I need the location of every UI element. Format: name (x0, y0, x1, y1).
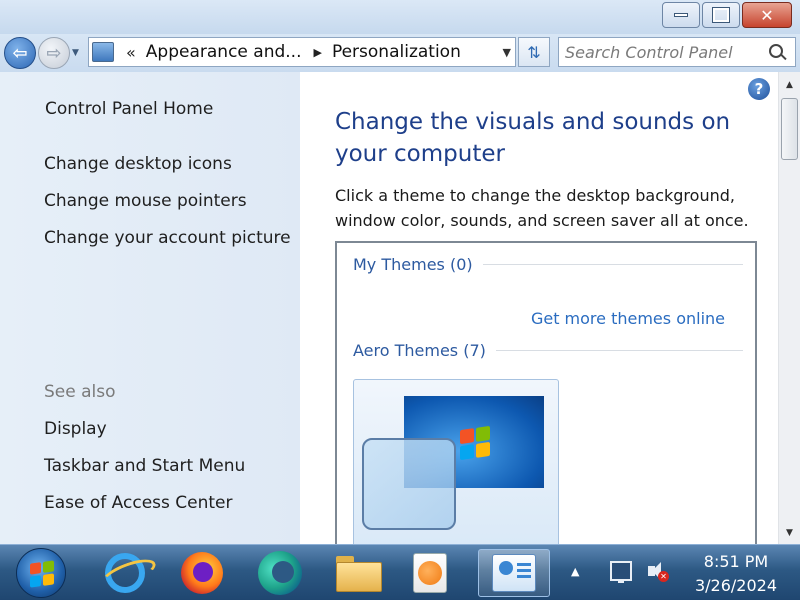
aero-themes-label: Aero Themes (7) (353, 341, 486, 360)
change-mouse-pointers-link[interactable]: Change mouse pointers (44, 191, 247, 211)
window-controls: ✕ (660, 2, 792, 28)
volume-muted-icon[interactable]: ✕ (646, 560, 670, 584)
logo-blue (30, 575, 41, 588)
taskbar-start-menu-link[interactable]: Taskbar and Start Menu (44, 456, 245, 476)
refresh-button[interactable]: ⇅ (518, 37, 550, 67)
ease-of-access-link[interactable]: Ease of Access Center (44, 493, 233, 513)
see-also-heading: See also (44, 382, 116, 402)
my-themes-group-header[interactable]: My Themes (0) (353, 255, 743, 274)
logo-yellow (43, 573, 54, 586)
taskbar-windows-explorer[interactable] (328, 549, 388, 597)
taskbar-firefox[interactable] (172, 549, 232, 597)
breadcrumb-personalization[interactable]: Personalization (332, 42, 461, 62)
mute-badge-icon: ✕ (658, 571, 669, 582)
help-icon[interactable]: ? (748, 78, 770, 100)
theme-window-color-preview (362, 438, 456, 530)
system-clock[interactable]: 8:51 PM 3/26/2024 (686, 550, 786, 598)
restore-button[interactable] (702, 2, 740, 28)
search-input[interactable] (565, 41, 755, 63)
logo-yellow (476, 441, 490, 458)
control-panel-home-link[interactable]: Control Panel Home (45, 99, 213, 119)
edge-icon (258, 551, 302, 595)
taskbar: ▲ ✕ 8:51 PM 3/26/2024 (0, 544, 800, 600)
refresh-icon: ⇅ (527, 42, 541, 62)
minimize-icon (674, 13, 688, 17)
address-bar[interactable]: « Appearance and... ▶ Personalization ▼ (88, 37, 516, 67)
taskbar-edge[interactable] (250, 549, 310, 597)
logo-red (460, 428, 474, 445)
scroll-thumb[interactable] (781, 98, 798, 160)
close-button[interactable]: ✕ (742, 2, 792, 28)
main-content-pane: ? Change the visuals and sounds on your … (300, 72, 778, 551)
aero-themes-group-header[interactable]: Aero Themes (7) (353, 341, 743, 360)
address-dropdown-icon[interactable]: ▼ (503, 46, 511, 59)
get-more-themes-link[interactable]: Get more themes online (531, 309, 725, 328)
minimize-button[interactable] (662, 2, 700, 28)
vertical-scrollbar[interactable]: ▲ ▼ (778, 72, 800, 544)
control-panel-icon (492, 554, 536, 592)
page-title: Change the visuals and sounds on your co… (335, 109, 731, 167)
windows-logo-icon (460, 425, 490, 461)
group-divider (482, 264, 743, 265)
restore-icon (712, 7, 730, 23)
forward-button[interactable]: ⇨ (38, 37, 70, 69)
network-icon[interactable] (610, 561, 632, 583)
scroll-down-icon[interactable]: ▼ (779, 524, 800, 542)
theme-tile-windows7[interactable] (353, 379, 559, 551)
folder-icon (336, 556, 382, 592)
group-divider (495, 350, 743, 351)
forward-arrow-icon: ⇨ (46, 42, 62, 64)
media-player-icon (413, 553, 447, 593)
window-title-bar: ✕ (0, 0, 800, 34)
internet-explorer-icon (105, 553, 145, 593)
breadcrumb-arrow-icon[interactable]: ▶ (313, 46, 321, 59)
logo-red (30, 562, 41, 575)
logo-green (476, 425, 490, 442)
close-icon: ✕ (760, 5, 774, 25)
themes-list: My Themes (0) Get more themes online Aer… (335, 241, 757, 551)
my-themes-label: My Themes (0) (353, 255, 473, 274)
search-icon[interactable] (769, 44, 783, 58)
clock-date: 3/26/2024 (694, 576, 778, 595)
windows-logo-icon (30, 560, 54, 588)
scroll-up-icon[interactable]: ▲ (779, 76, 800, 94)
start-button[interactable] (16, 548, 66, 598)
clock-time: 8:51 PM (703, 552, 769, 571)
show-hidden-icons-button[interactable]: ▲ (571, 565, 579, 578)
back-button[interactable]: ⇦ (4, 37, 36, 69)
back-arrow-icon: ⇦ (12, 42, 28, 64)
logo-blue (460, 444, 474, 461)
breadcrumb-appearance[interactable]: Appearance and... (146, 42, 302, 62)
taskbar-control-panel[interactable] (478, 549, 550, 597)
page-description: Click a theme to change the desktop back… (335, 186, 749, 230)
change-account-picture-link[interactable]: Change your account picture (44, 228, 291, 248)
left-navigation-pane: Control Panel Home Change desktop icons … (0, 72, 300, 544)
firefox-icon (181, 552, 223, 594)
search-box[interactable] (558, 37, 796, 67)
control-panel-icon (92, 42, 114, 62)
logo-green (43, 560, 54, 573)
breadcrumb-overflow[interactable]: « (126, 43, 136, 62)
taskbar-internet-explorer[interactable] (95, 549, 155, 597)
taskbar-media-player[interactable] (400, 549, 460, 597)
display-link[interactable]: Display (44, 419, 107, 439)
change-desktop-icons-link[interactable]: Change desktop icons (44, 154, 232, 174)
navigation-bar: ⇦ ⇨ ▼ « Appearance and... ▶ Personalizat… (0, 34, 800, 72)
recent-pages-dropdown[interactable]: ▼ (72, 48, 79, 58)
